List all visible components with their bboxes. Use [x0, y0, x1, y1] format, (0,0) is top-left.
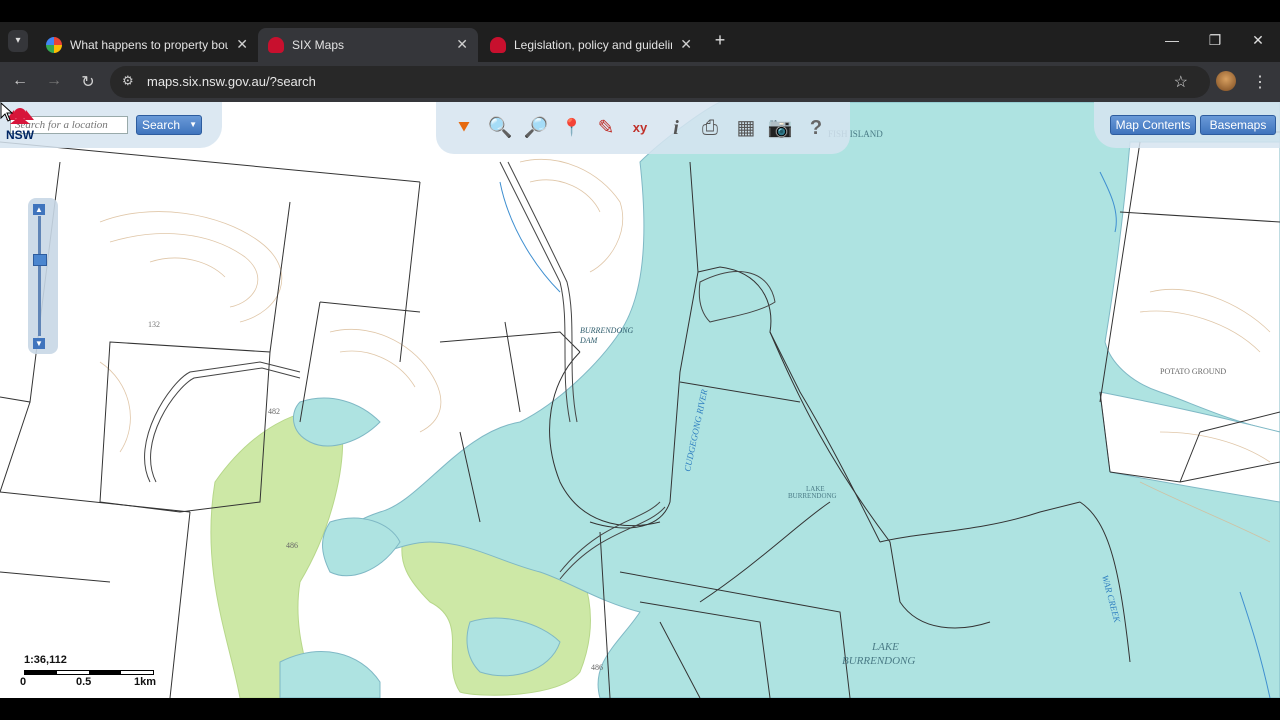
- tab-legislation[interactable]: Legislation, policy and guideline ✕: [480, 28, 702, 62]
- site-info-icon[interactable]: ⚙: [122, 73, 134, 89]
- topographic-map[interactable]: BURRENDONG DAM CUDGEGONG RIVER LAKE BURR…: [0, 102, 1280, 698]
- zoom-slider[interactable]: ▲ ▼: [28, 198, 58, 354]
- reload-icon[interactable]: ↻: [78, 72, 98, 92]
- map-toolbar: ⯆ 🔍 🔎 📍 ✎ xy i ⎙ ▦ 📷 ?: [436, 102, 850, 154]
- menu-kebab-icon[interactable]: ⋮: [1252, 72, 1268, 92]
- tab-property-boundaries[interactable]: What happens to property bou ✕: [36, 28, 258, 62]
- zoom-out-magnifier-icon[interactable]: 🔎: [522, 114, 550, 142]
- basemap-chevron-icon[interactable]: ⯆: [450, 114, 478, 142]
- nsw-waratah-icon: [268, 37, 284, 53]
- tab-title: Legislation, policy and guideline: [514, 38, 672, 52]
- info-icon[interactable]: i: [662, 114, 690, 142]
- bookmark-star-icon[interactable]: ☆: [1174, 72, 1188, 92]
- mouse-cursor-icon: [0, 102, 14, 122]
- lake-label-large-1: LAKE: [871, 641, 899, 653]
- zoom-out-arrow-icon[interactable]: ▼: [33, 338, 45, 349]
- dam-label-line2: DAM: [579, 336, 599, 345]
- chevron-down-icon: ▼: [189, 120, 197, 129]
- print-preview-icon[interactable]: ⎙: [696, 114, 724, 142]
- letterbox-bottom: [0, 698, 1280, 720]
- search-button-label: Search: [142, 118, 181, 132]
- url-text[interactable]: maps.six.nsw.gov.au/?search: [147, 74, 316, 89]
- minimize-icon[interactable]: —: [1162, 32, 1182, 48]
- browser-window: ▾ What happens to property bou ✕ SIX Map…: [0, 0, 1280, 720]
- tab-strip: ▾ What happens to property bou ✕ SIX Map…: [0, 22, 1280, 62]
- tab-search-button[interactable]: ▾: [8, 30, 28, 52]
- new-tab-button[interactable]: +: [710, 30, 730, 51]
- tab-six-maps[interactable]: SIX Maps ✕: [258, 28, 478, 62]
- close-window-icon[interactable]: ✕: [1248, 32, 1268, 49]
- spot-height: 486: [591, 663, 603, 672]
- browser-toolbar: ← → ↻ ⚙ maps.six.nsw.gov.au/?search ☆: [0, 62, 1280, 102]
- spot-height: 482: [268, 407, 280, 416]
- close-icon[interactable]: ✕: [236, 36, 248, 53]
- forward-icon[interactable]: →: [44, 72, 64, 90]
- restore-icon[interactable]: ❐: [1205, 32, 1225, 49]
- measure-pin-icon[interactable]: 📍: [558, 114, 586, 142]
- nsw-logo-text: NSW: [6, 128, 35, 142]
- basemaps-button[interactable]: Basemaps: [1200, 115, 1276, 135]
- map-contents-button[interactable]: Map Contents: [1110, 115, 1196, 135]
- address-bar[interactable]: ⚙ maps.six.nsw.gov.au/?search ☆: [110, 66, 1210, 98]
- layers-panel: Map Contents Basemaps: [1094, 102, 1280, 148]
- potato-ground-label: POTATO GROUND: [1160, 367, 1226, 376]
- tab-title: SIX Maps: [292, 38, 345, 52]
- scale-tick-label: 0: [20, 676, 27, 688]
- land-east: [1099, 141, 1280, 503]
- scale-ratio: 1:36,112: [24, 654, 67, 666]
- help-icon[interactable]: ?: [802, 114, 830, 142]
- map-canvas[interactable]: BURRENDONG DAM CUDGEGONG RIVER LAKE BURR…: [0, 102, 1280, 698]
- scale-tick-label: 0.5: [76, 676, 92, 688]
- search-button[interactable]: Search ▼: [136, 115, 202, 135]
- close-icon[interactable]: ✕: [456, 36, 468, 53]
- close-icon[interactable]: ✕: [680, 36, 692, 53]
- google-icon: [46, 37, 62, 53]
- zoom-thumb[interactable]: [33, 254, 47, 266]
- lake-label-small-2: BURRENDONG: [788, 492, 837, 500]
- dam-label-line1: BURRENDONG: [580, 326, 634, 335]
- spot-height: 132: [148, 320, 160, 329]
- nsw-waratah-icon: [490, 37, 506, 53]
- zoom-in-magnifier-icon[interactable]: 🔍: [486, 114, 514, 142]
- coordinate-xy-icon[interactable]: xy: [626, 114, 654, 142]
- draw-edit-icon[interactable]: ✎: [592, 114, 620, 142]
- tab-title: What happens to property bou: [70, 38, 228, 52]
- lake-label-large-2: BURRENDONG: [842, 655, 915, 667]
- zoom-track[interactable]: [38, 216, 41, 336]
- profile-avatar[interactable]: [1216, 71, 1236, 91]
- scale-tick-label: 1km: [134, 676, 157, 688]
- camera-icon[interactable]: 📷: [766, 114, 794, 142]
- scale-bar: [24, 670, 154, 675]
- table-icon[interactable]: ▦: [732, 114, 760, 142]
- back-icon[interactable]: ←: [10, 72, 30, 90]
- spot-height: 486: [286, 541, 298, 550]
- zoom-in-arrow-icon[interactable]: ▲: [33, 204, 45, 215]
